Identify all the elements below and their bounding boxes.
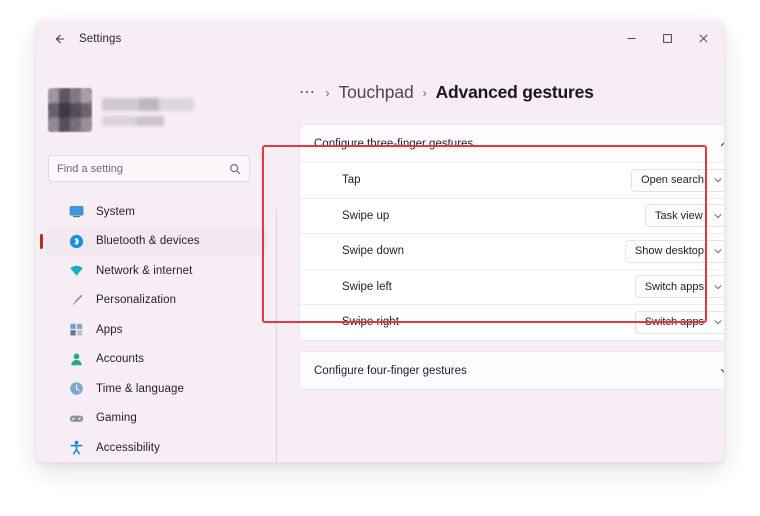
sidebar-item-label: Bluetooth & devices	[96, 235, 200, 247]
search-box[interactable]	[48, 155, 250, 182]
sidebar-item-label: Accessibility	[96, 442, 160, 454]
three-finger-gestures-header[interactable]: Configure three-finger gestures	[300, 125, 724, 162]
bluetooth-icon	[68, 233, 85, 250]
chevron-down-icon	[713, 282, 723, 292]
sidebar-item-time-language[interactable]: Time & language	[46, 374, 267, 404]
minimize-icon	[626, 33, 637, 44]
clock-globe-icon	[68, 380, 85, 397]
sidebar-item-label: Apps	[96, 324, 123, 336]
dropdown-value: Switch apps	[645, 281, 704, 293]
accessibility-person-icon	[68, 439, 85, 456]
maximize-icon	[662, 33, 673, 44]
sidebar-nav: System Bluetooth & devices	[36, 197, 277, 462]
gesture-label: Swipe up	[342, 210, 645, 222]
sidebar-item-system[interactable]: System	[46, 197, 267, 227]
chevron-down-icon	[713, 175, 723, 185]
dropdown-value: Open search	[641, 174, 704, 186]
sidebar-item-network-internet[interactable]: Network & internet	[46, 256, 267, 286]
sidebar-item-label: Accounts	[96, 353, 144, 365]
chevron-right-icon: ›	[326, 86, 330, 100]
gesture-row-swipe-down: Swipe down Show desktop	[300, 233, 724, 269]
gesture-label: Swipe down	[342, 245, 625, 257]
sidebar-item-accessibility[interactable]: Accessibility	[46, 433, 267, 462]
sidebar-item-gaming[interactable]: Gaming	[46, 404, 267, 434]
gesture-label: Swipe left	[342, 281, 635, 293]
gesture-action-dropdown[interactable]: Show desktop	[625, 240, 724, 263]
close-icon	[698, 33, 709, 44]
app-title: Settings	[79, 33, 121, 45]
minimize-button[interactable]	[613, 20, 649, 57]
gesture-row-swipe-up: Swipe up Task view	[300, 198, 724, 234]
gesture-action-dropdown[interactable]: Switch apps	[635, 311, 724, 334]
gesture-label: Tap	[342, 174, 631, 186]
back-arrow-icon	[52, 32, 66, 46]
window-controls	[613, 20, 724, 57]
sidebar-item-label: Time & language	[96, 383, 184, 395]
settings-window: Settings	[36, 20, 724, 462]
gesture-row-swipe-left: Swipe left Switch apps	[300, 269, 724, 305]
gesture-action-dropdown[interactable]: Switch apps	[635, 275, 724, 298]
search-icon	[229, 163, 241, 175]
personalization-brush-icon	[68, 292, 85, 309]
sidebar: System Bluetooth & devices	[36, 57, 277, 462]
sidebar-item-label: Gaming	[96, 412, 137, 424]
accounts-person-icon	[68, 351, 85, 368]
breadcrumb-item-touchpad[interactable]: Touchpad	[339, 82, 414, 103]
breadcrumb-overflow-button[interactable]: ⋯	[299, 88, 317, 98]
screenshot-root: Settings	[0, 0, 760, 516]
dropdown-value: Switch apps	[645, 316, 704, 328]
network-icon	[68, 262, 85, 279]
user-profile[interactable]	[48, 88, 194, 132]
close-button[interactable]	[685, 20, 721, 57]
chevron-down-icon[interactable]	[719, 365, 724, 377]
three-finger-gestures-card: Configure three-finger gestures Tap Open…	[299, 124, 724, 341]
dropdown-value: Task view	[655, 210, 703, 222]
sidebar-item-label: Personalization	[96, 294, 176, 306]
gaming-controller-icon	[68, 410, 85, 427]
four-finger-gestures-header[interactable]: Configure four-finger gestures	[300, 352, 724, 389]
maximize-button[interactable]	[649, 20, 685, 57]
apps-icon	[68, 321, 85, 338]
page-title: Advanced gestures	[436, 82, 594, 103]
sidebar-item-apps[interactable]: Apps	[46, 315, 267, 345]
back-button[interactable]	[45, 26, 73, 52]
gesture-action-dropdown[interactable]: Open search	[631, 169, 724, 192]
user-name-redacted	[102, 95, 194, 126]
chevron-down-icon	[713, 246, 723, 256]
search-input[interactable]	[57, 163, 229, 175]
gesture-row-tap: Tap Open search	[300, 162, 724, 198]
content-pane: ⋯ › Touchpad › Advanced gestures Configu…	[277, 57, 724, 462]
four-finger-gestures-card: Configure four-finger gestures	[299, 351, 724, 390]
chevron-down-icon	[713, 211, 723, 221]
sidebar-item-label: Network & internet	[96, 265, 192, 277]
dropdown-value: Show desktop	[635, 245, 704, 257]
chevron-up-icon[interactable]	[719, 138, 724, 150]
breadcrumb: ⋯ › Touchpad › Advanced gestures	[299, 82, 594, 103]
sidebar-item-personalization[interactable]: Personalization	[46, 286, 267, 316]
gesture-label: Swipe right	[342, 316, 635, 328]
sidebar-item-accounts[interactable]: Accounts	[46, 345, 267, 375]
section-title: Configure four-finger gestures	[314, 365, 719, 377]
sidebar-item-label: System	[96, 206, 135, 218]
sidebar-item-bluetooth-devices[interactable]: Bluetooth & devices	[46, 227, 267, 257]
gesture-action-dropdown[interactable]: Task view	[645, 204, 724, 227]
section-title: Configure three-finger gestures	[314, 138, 719, 150]
system-icon	[68, 203, 85, 220]
chevron-down-icon	[713, 317, 723, 327]
avatar	[48, 88, 92, 132]
gesture-row-swipe-right: Swipe right Switch apps	[300, 304, 724, 340]
title-bar: Settings	[36, 20, 724, 57]
chevron-right-icon: ›	[423, 86, 427, 100]
